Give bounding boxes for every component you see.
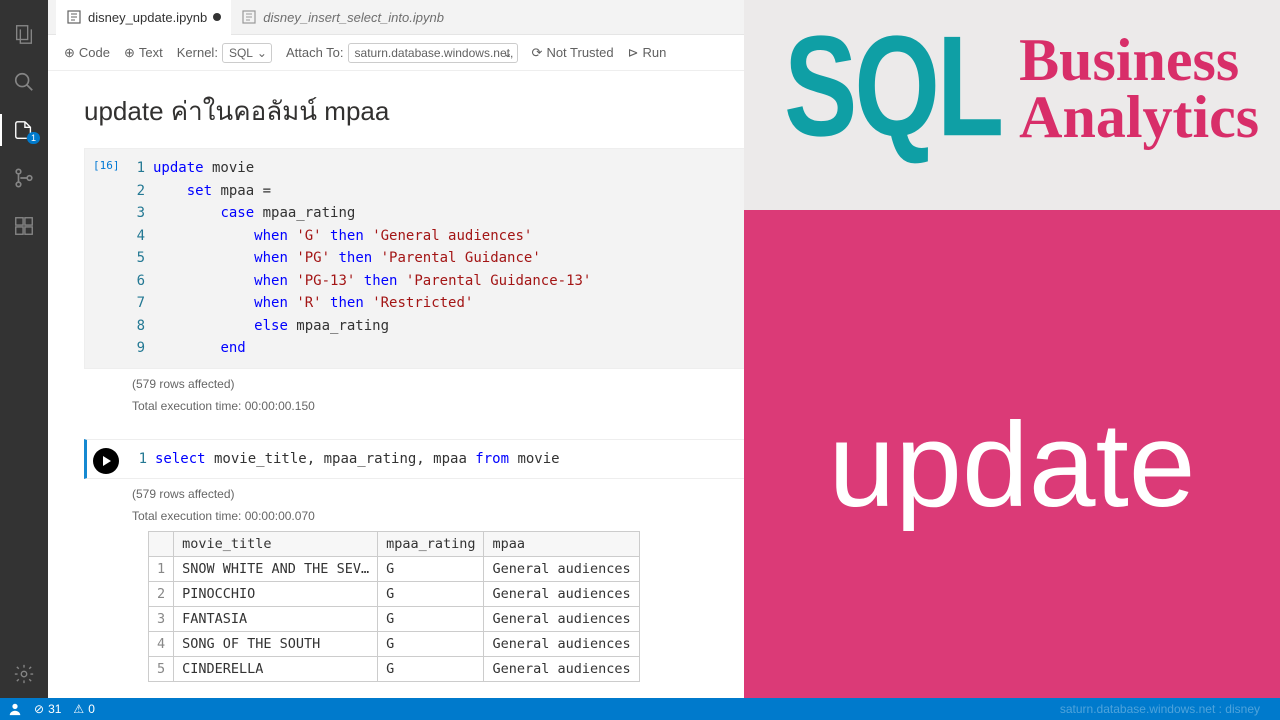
table-row[interactable]: 3FANTASIAGGeneral audiences (149, 607, 640, 632)
badge: 1 (27, 132, 40, 144)
overlay-sql-text: SQL (784, 26, 1001, 148)
table-row[interactable]: 1SNOW WHITE AND THE SEV…GGeneral audienc… (149, 557, 640, 582)
table-header-row: movie_titlempaa_ratingmpaa (149, 532, 640, 557)
notebook-icon (241, 9, 257, 25)
extensions-icon[interactable] (12, 214, 36, 238)
status-errors[interactable]: ⊘31 (34, 702, 61, 716)
line-numbers: 1 (127, 440, 155, 479)
tab-disney-insert[interactable]: disney_insert_select_into.ipynb (231, 0, 454, 35)
kernel-picker: Kernel: SQL ⌄ (177, 43, 272, 63)
trust-button[interactable]: ⟳Not Trusted (532, 45, 614, 61)
overlay-business: Business (1019, 32, 1259, 89)
settings-gear-icon[interactable] (12, 662, 36, 686)
tab-disney-update[interactable]: disney_update.ipynb (56, 0, 231, 35)
activity-bar: 1 (0, 0, 48, 698)
search-icon[interactable] (12, 70, 36, 94)
overlay-update-text: update (828, 396, 1195, 534)
tab-label: disney_insert_select_into.ipynb (263, 10, 444, 25)
column-header[interactable]: mpaa (484, 532, 639, 557)
kernel-select[interactable]: SQL ⌄ (222, 43, 272, 63)
table-row[interactable]: 5CINDERELLAGGeneral audiences (149, 657, 640, 682)
source-control-icon[interactable]: 1 (12, 118, 36, 142)
attach-picker: Attach To: saturn.database.windows.net, … (286, 43, 518, 63)
notebook-icon (66, 9, 82, 25)
tab-label: disney_update.ipynb (88, 10, 207, 25)
overlay-analytics: Analytics (1019, 89, 1259, 146)
status-connection[interactable]: saturn.database.windows.net : disney (1060, 702, 1260, 716)
dirty-indicator (213, 13, 221, 21)
status-bar: ⊘31 ⚠0 saturn.database.windows.net : dis… (0, 698, 1280, 720)
status-warnings[interactable]: ⚠0 (73, 702, 94, 716)
column-header[interactable]: movie_title (174, 532, 378, 557)
explorer-icon[interactable] (12, 22, 36, 46)
result-table: movie_titlempaa_ratingmpaa 1SNOW WHITE A… (148, 531, 640, 682)
execution-count: [16] (85, 149, 125, 368)
thumbnail-overlay: SQL Business Analytics update (744, 0, 1280, 720)
git-icon[interactable] (12, 166, 36, 190)
run-button[interactable]: ⊳Run (628, 45, 667, 61)
line-numbers: 123456789 (125, 149, 153, 368)
table-row[interactable]: 4SONG OF THE SOUTHGGeneral audiences (149, 632, 640, 657)
status-account-icon[interactable] (8, 702, 22, 716)
add-text-button[interactable]: ⊕Text (124, 45, 163, 61)
run-cell-button[interactable] (93, 448, 119, 474)
add-code-button[interactable]: ⊕Code (64, 45, 110, 61)
table-row[interactable]: 2PINOCCHIOGGeneral audiences (149, 582, 640, 607)
attach-select[interactable]: saturn.database.windows.net, (⌄ (348, 43, 518, 63)
column-header[interactable]: mpaa_rating (378, 532, 484, 557)
